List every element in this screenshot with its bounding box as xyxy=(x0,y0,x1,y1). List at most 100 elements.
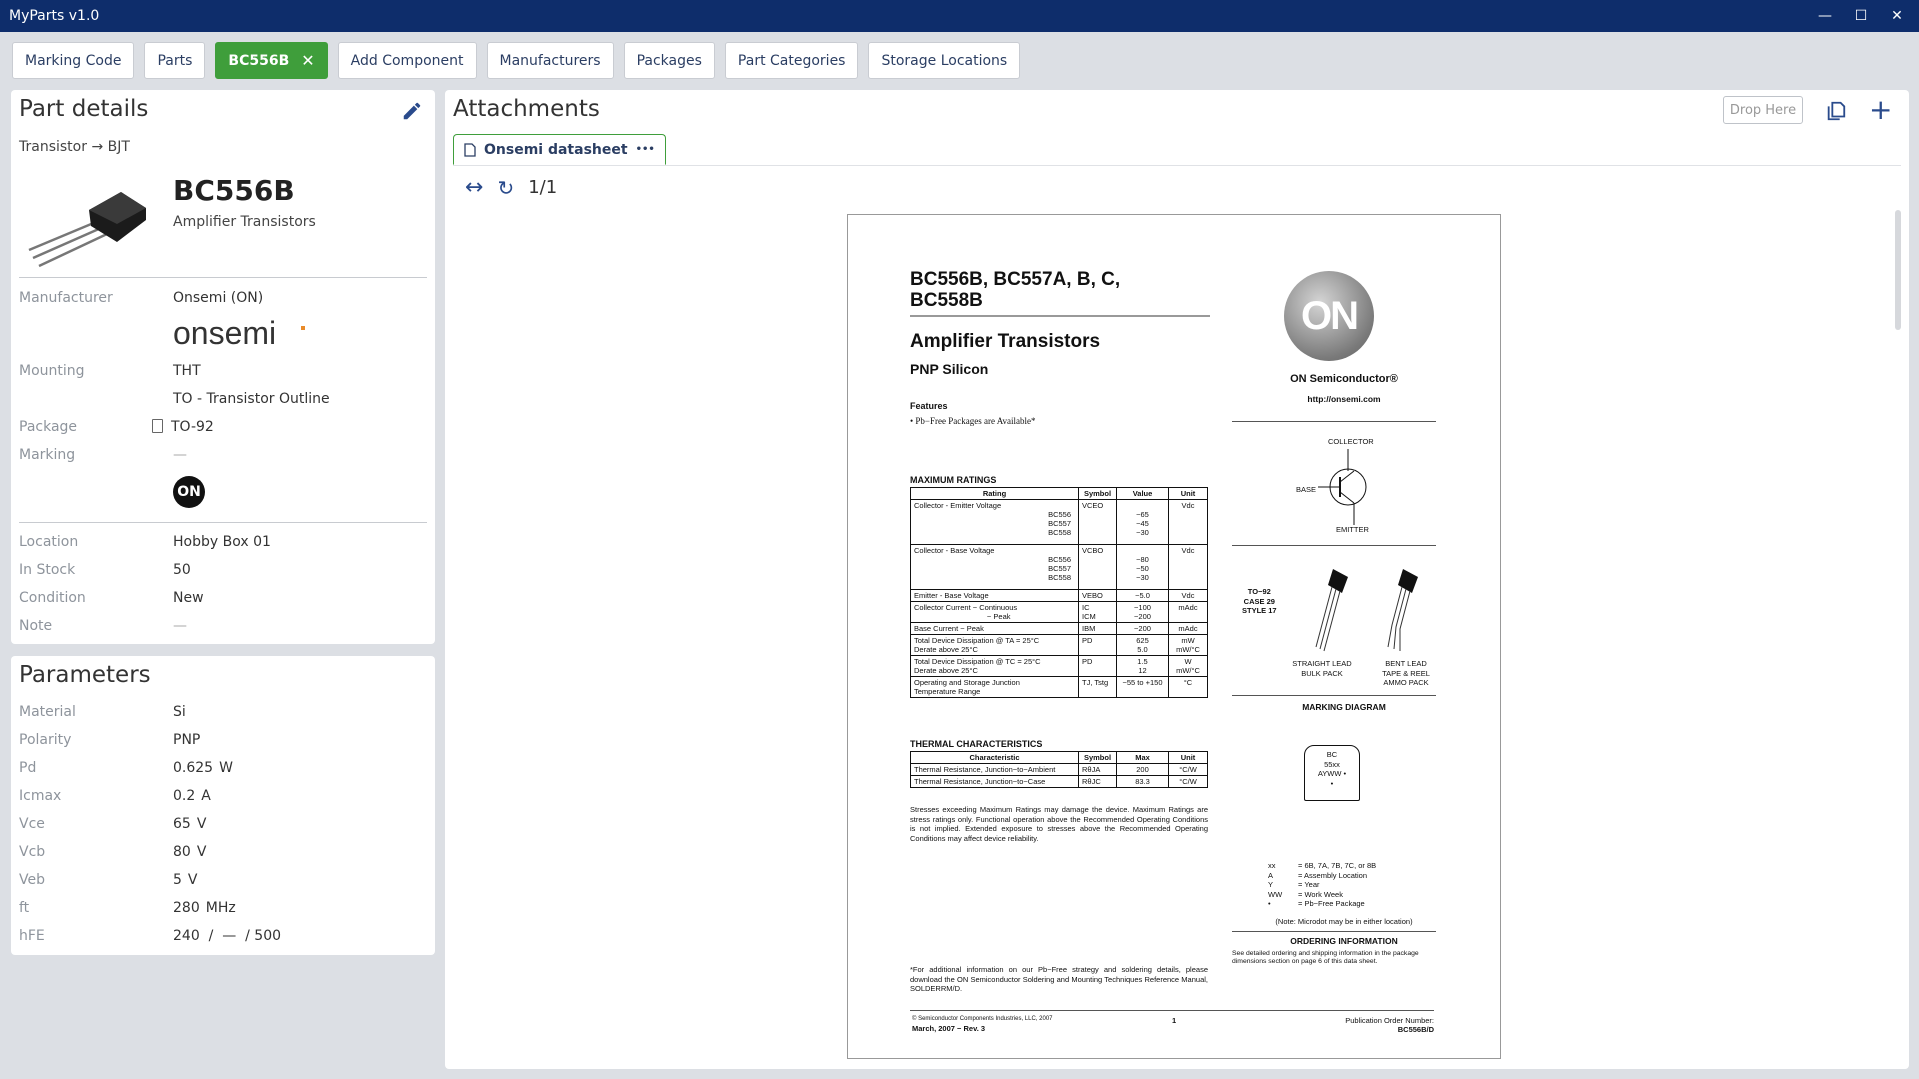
onsemi-logo-text: onsemi xyxy=(173,318,276,350)
tab-part-categories[interactable]: Part Categories xyxy=(724,42,859,79)
condition-label: Condition xyxy=(19,590,86,606)
td: −5.0 xyxy=(1116,589,1169,602)
param-value: 5V xyxy=(173,872,198,888)
panel-title: Part details xyxy=(19,96,149,122)
param-label: hFE xyxy=(19,928,45,944)
rotate-icon[interactable]: ↻ xyxy=(497,176,514,200)
pdf-date-rev: March, 2007 − Rev. 3 xyxy=(912,1024,986,1033)
part-details-panel: Part details Transistor → BJT BC556B Amp… xyxy=(11,90,435,644)
note-label: Note xyxy=(19,618,53,634)
pdf-straight-lead: STRAIGHT LEAD BULK PACK xyxy=(1292,659,1352,678)
param-number: 240 / — / 500 xyxy=(173,928,282,944)
tab-bc556b[interactable]: BC556B ✕ xyxy=(215,42,328,79)
pdf-microdot-note: (Note: Microdot may be in either locatio… xyxy=(1275,917,1413,926)
tab-packages[interactable]: Packages xyxy=(623,42,715,79)
divider xyxy=(19,522,427,523)
tab-label: Parts xyxy=(157,52,193,69)
param-number: 0.2 xyxy=(173,788,196,804)
td: −65 −45 −30 xyxy=(1116,499,1169,545)
tab-manufacturers[interactable]: Manufacturers xyxy=(486,42,614,79)
close-tab-icon[interactable]: ✕ xyxy=(301,51,314,70)
page-counter: 1/1 xyxy=(528,177,558,198)
package-value: TO-92 xyxy=(171,419,214,435)
mounting-label: Mounting xyxy=(19,363,85,379)
pencil-icon[interactable] xyxy=(401,100,423,122)
tab-add-component[interactable]: Add Component xyxy=(337,42,477,79)
param-unit: V xyxy=(196,844,207,860)
panel-title: Parameters xyxy=(19,662,151,688)
add-attachment-icon[interactable]: + xyxy=(1869,96,1892,124)
attachments-panel: Attachments Drop Here + Onsemi datasheet… xyxy=(445,90,1909,1069)
td: mAdc xyxy=(1168,601,1208,623)
close-icon[interactable]: ✕ xyxy=(1889,8,1905,24)
mounting-sub-value: TO - Transistor Outline xyxy=(173,391,330,407)
legend-key: A xyxy=(1268,870,1274,880)
param-unit: A xyxy=(201,788,211,804)
location-label: Location xyxy=(19,534,79,550)
viewer-scrollbar[interactable] xyxy=(1895,210,1901,330)
legend-value: = Work Week xyxy=(1298,889,1343,899)
transistor-symbol xyxy=(1318,449,1367,525)
drop-zone[interactable]: Drop Here xyxy=(1723,96,1803,124)
tab-label: Part Categories xyxy=(737,52,846,69)
window-controls: — ☐ ✕ xyxy=(1817,0,1913,32)
th: Symbol xyxy=(1078,487,1117,500)
pdf-thermal-head: THERMAL CHARACTERISTICS xyxy=(910,739,1043,749)
pdf-page: BC556B, BC557A, B, C, BC558B Amplifier Tr… xyxy=(847,214,1501,1059)
pdf-features-head: Features xyxy=(910,401,948,411)
td: IBM xyxy=(1078,622,1117,635)
pdf-ordering-head: ORDERING INFORMATION xyxy=(1290,936,1398,946)
document-icon xyxy=(152,419,163,433)
td: −100 −200 xyxy=(1116,601,1169,623)
tab-parts[interactable]: Parts xyxy=(144,42,206,79)
pdf-collector-label: COLLECTOR xyxy=(1328,437,1374,446)
param-value: 280 MHz xyxy=(173,900,236,916)
td: Vdc xyxy=(1168,499,1208,545)
td: mW mW/°C xyxy=(1168,634,1208,656)
td: 83.3 xyxy=(1116,775,1169,788)
pdf-rule xyxy=(910,1010,1434,1011)
td: Operating and Storage Junction Temperatu… xyxy=(910,676,1079,698)
minimize-icon[interactable]: — xyxy=(1817,8,1833,24)
legend-key: Y xyxy=(1268,880,1274,889)
tab-label: Packages xyxy=(636,52,702,69)
td: PD xyxy=(1078,655,1117,677)
pdf-marking-diagram: MARKING DIAGRAM xyxy=(1302,702,1386,712)
maximize-icon[interactable]: ☐ xyxy=(1853,8,1869,24)
rating-sub: BC556 BC557 BC558 xyxy=(1048,555,1071,582)
tab-storage-locations[interactable]: Storage Locations xyxy=(868,42,1021,79)
package-value-row[interactable]: TO-92 xyxy=(152,419,214,435)
td: −200 xyxy=(1116,622,1169,635)
pdf-title-line: BC556B, BC557A, B, C, xyxy=(910,269,1121,290)
manufacturer-value[interactable]: Onsemi (ON) xyxy=(173,290,263,306)
copy-icon[interactable] xyxy=(1825,100,1847,122)
location-value[interactable]: Hobby Box 01 xyxy=(173,534,271,550)
pdf-base-label: BASE xyxy=(1296,485,1317,494)
param-number: 65 xyxy=(173,816,191,832)
td: Vdc xyxy=(1168,589,1208,602)
tab-marking-code[interactable]: Marking Code xyxy=(12,42,135,79)
param-number: PNP xyxy=(173,732,201,748)
more-options-icon[interactable]: ••• xyxy=(636,144,655,155)
pdf-page-number: 1 xyxy=(1172,1016,1177,1025)
tab-label: Manufacturers xyxy=(499,52,601,69)
attachment-tab-onsemi-datasheet[interactable]: Onsemi datasheet ••• xyxy=(453,134,666,165)
legend-key: xx xyxy=(1268,861,1276,870)
panel-title: Attachments xyxy=(453,96,600,122)
param-label: Icmax xyxy=(19,788,62,804)
fit-width-icon[interactable]: ↔ xyxy=(465,175,483,200)
th: Unit xyxy=(1168,751,1208,764)
th: Value xyxy=(1116,487,1169,500)
tab-label: Storage Locations xyxy=(881,52,1008,69)
td: 625 5.0 xyxy=(1116,634,1169,656)
param-number: 5 xyxy=(173,872,182,888)
legend-value: = Assembly Location xyxy=(1298,870,1367,880)
pdf-max-ratings-head: MAXIMUM RATINGS xyxy=(910,475,997,485)
in-stock-value: 50 xyxy=(173,562,191,578)
package-drawings xyxy=(1315,569,1418,652)
td: 1.5 12 xyxy=(1116,655,1169,677)
td: Collector - Base Voltage BC556 BC557 BC55… xyxy=(910,544,1079,590)
param-number: 80 xyxy=(173,844,191,860)
pdf-stress-note: Stresses exceeding Maximum Ratings may d… xyxy=(910,805,1208,843)
pdf-ratings-table: Rating Symbol Value Unit Collector - Emitte… xyxy=(910,487,1208,698)
